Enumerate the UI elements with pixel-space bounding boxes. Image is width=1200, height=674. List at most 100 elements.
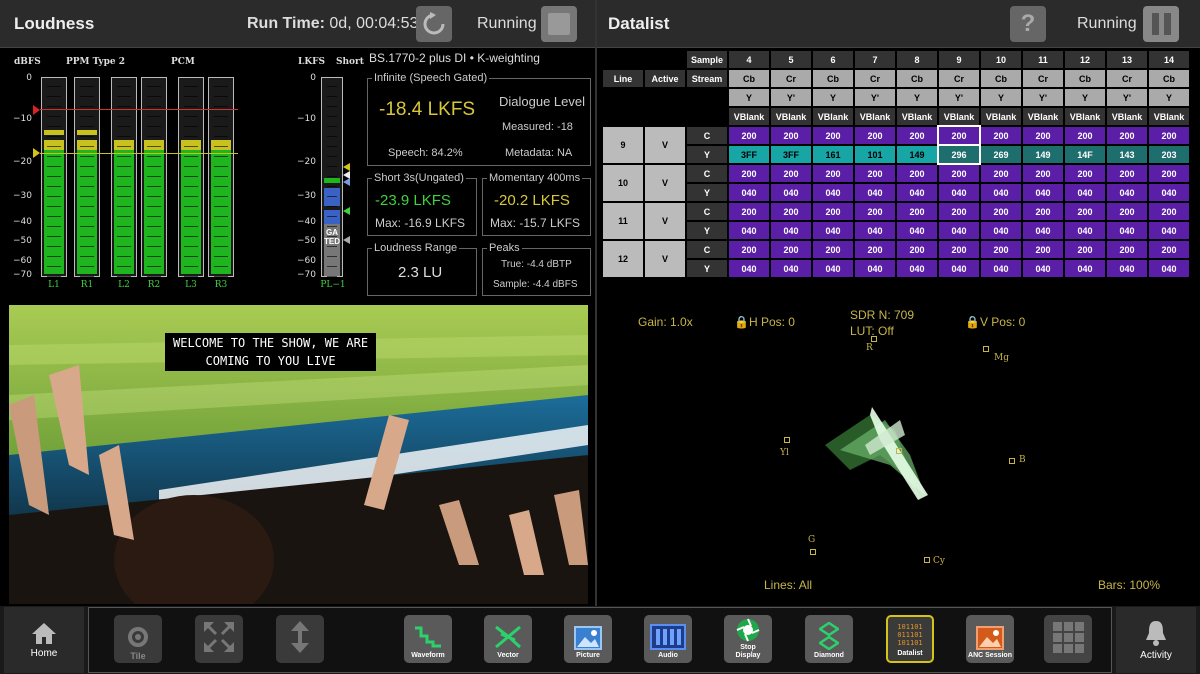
data-cell[interactable]: 200 [729, 203, 769, 220]
data-cell[interactable]: 200 [771, 165, 811, 182]
data-cell[interactable]: 040 [1107, 260, 1147, 277]
picture-button[interactable]: Picture [564, 615, 612, 663]
data-cell[interactable]: 200 [813, 203, 853, 220]
move-button[interactable] [276, 615, 324, 663]
data-cell[interactable]: 040 [729, 222, 769, 239]
help-button[interactable]: ? [1010, 6, 1046, 42]
data-cell[interactable]: 200 [1065, 127, 1105, 144]
data-cell[interactable]: 040 [813, 184, 853, 201]
data-cell[interactable]: 040 [1065, 260, 1105, 277]
data-cell[interactable]: 200 [897, 127, 937, 144]
data-cell[interactable]: 200 [729, 127, 769, 144]
data-cell[interactable]: 200 [939, 203, 979, 220]
data-cell[interactable]: 200 [897, 165, 937, 182]
vector-button[interactable]: Vector [484, 615, 532, 663]
loudness-stop-button[interactable] [541, 6, 577, 42]
stop-display-button[interactable]: Stop Display [724, 615, 772, 663]
data-cell[interactable]: 200 [1023, 127, 1063, 144]
data-cell[interactable]: 040 [939, 184, 979, 201]
data-cell[interactable]: 200 [937, 125, 981, 146]
data-cell[interactable]: 040 [1149, 260, 1189, 277]
data-cell[interactable]: 149 [897, 146, 937, 163]
data-cell[interactable]: 200 [1023, 165, 1063, 182]
anc-session-button[interactable]: ANC Session [966, 615, 1014, 663]
data-cell[interactable]: 040 [1149, 184, 1189, 201]
data-cell[interactable]: 14F [1065, 146, 1105, 163]
fullscreen-button[interactable] [195, 615, 243, 663]
data-cell[interactable]: 040 [855, 222, 895, 239]
data-cell[interactable]: 040 [939, 222, 979, 239]
data-cell[interactable]: 200 [855, 203, 895, 220]
data-cell[interactable]: 040 [1023, 184, 1063, 201]
data-cell[interactable]: 040 [1149, 222, 1189, 239]
data-cell[interactable]: 200 [729, 241, 769, 258]
data-cell[interactable]: 200 [813, 127, 853, 144]
data-cell[interactable]: 3FF [771, 146, 811, 163]
data-cell[interactable]: 296 [937, 144, 981, 165]
data-cell[interactable]: 200 [1023, 203, 1063, 220]
data-cell[interactable]: 149 [1023, 146, 1063, 163]
data-cell[interactable]: 200 [981, 241, 1021, 258]
data-cell[interactable]: 200 [897, 241, 937, 258]
data-cell[interactable]: 040 [771, 222, 811, 239]
data-cell[interactable]: 040 [897, 222, 937, 239]
data-cell[interactable]: 200 [1107, 165, 1147, 182]
data-cell[interactable]: 200 [1149, 203, 1189, 220]
activity-button[interactable]: Activity [1116, 607, 1196, 673]
data-cell[interactable]: 203 [1149, 146, 1189, 163]
data-cell[interactable]: 200 [1149, 165, 1189, 182]
pause-button[interactable] [1143, 6, 1179, 42]
data-cell[interactable]: 040 [1023, 222, 1063, 239]
tile-button[interactable]: Tile [114, 615, 162, 663]
data-cell[interactable]: 040 [981, 184, 1021, 201]
data-cell[interactable]: 200 [729, 165, 769, 182]
data-cell[interactable]: 161 [813, 146, 853, 163]
data-cell[interactable]: 200 [813, 241, 853, 258]
data-cell[interactable]: 040 [981, 260, 1021, 277]
data-cell[interactable]: 040 [813, 222, 853, 239]
data-cell[interactable]: 200 [1023, 241, 1063, 258]
data-cell[interactable]: 200 [981, 127, 1021, 144]
data-cell[interactable]: 040 [729, 260, 769, 277]
data-cell[interactable]: 200 [897, 203, 937, 220]
data-cell[interactable]: 200 [1065, 165, 1105, 182]
data-cell[interactable]: 200 [981, 165, 1021, 182]
data-cell[interactable]: 040 [897, 184, 937, 201]
waveform-button[interactable]: Waveform [404, 615, 452, 663]
data-cell[interactable]: 040 [855, 260, 895, 277]
data-cell[interactable]: 040 [1107, 184, 1147, 201]
data-cell[interactable]: 040 [771, 260, 811, 277]
grid-button[interactable] [1044, 615, 1092, 663]
data-cell[interactable]: 143 [1107, 146, 1147, 163]
data-cell[interactable]: 040 [813, 260, 853, 277]
data-cell[interactable]: 200 [771, 241, 811, 258]
data-cell[interactable]: 200 [771, 203, 811, 220]
audio-button[interactable]: Audio [644, 615, 692, 663]
data-cell[interactable]: 200 [855, 241, 895, 258]
data-cell[interactable]: 040 [981, 222, 1021, 239]
data-cell[interactable]: 040 [1107, 222, 1147, 239]
data-cell[interactable]: 200 [1149, 127, 1189, 144]
data-cell[interactable]: 040 [1023, 260, 1063, 277]
data-cell[interactable]: 200 [981, 203, 1021, 220]
data-cell[interactable]: 200 [1065, 203, 1105, 220]
reset-button[interactable] [416, 6, 452, 42]
data-cell[interactable]: 200 [1107, 203, 1147, 220]
data-cell[interactable]: 040 [939, 260, 979, 277]
data-cell[interactable]: 040 [771, 184, 811, 201]
data-cell[interactable]: 269 [981, 146, 1021, 163]
data-cell[interactable]: 200 [1149, 241, 1189, 258]
data-cell[interactable]: 200 [855, 127, 895, 144]
diamond-button[interactable]: Diamond [805, 615, 853, 663]
data-cell[interactable]: 101 [855, 146, 895, 163]
data-cell[interactable]: 040 [897, 260, 937, 277]
data-cell[interactable]: 200 [813, 165, 853, 182]
data-cell[interactable]: 200 [771, 127, 811, 144]
data-cell[interactable]: 040 [1065, 184, 1105, 201]
home-button[interactable]: Home [4, 607, 84, 673]
data-cell[interactable]: 040 [855, 184, 895, 201]
datalist-button[interactable]: 101101 011101 101101 Datalist [886, 615, 934, 663]
data-cell[interactable]: 200 [1107, 127, 1147, 144]
data-cell[interactable]: 040 [729, 184, 769, 201]
data-cell[interactable]: 3FF [729, 146, 769, 163]
